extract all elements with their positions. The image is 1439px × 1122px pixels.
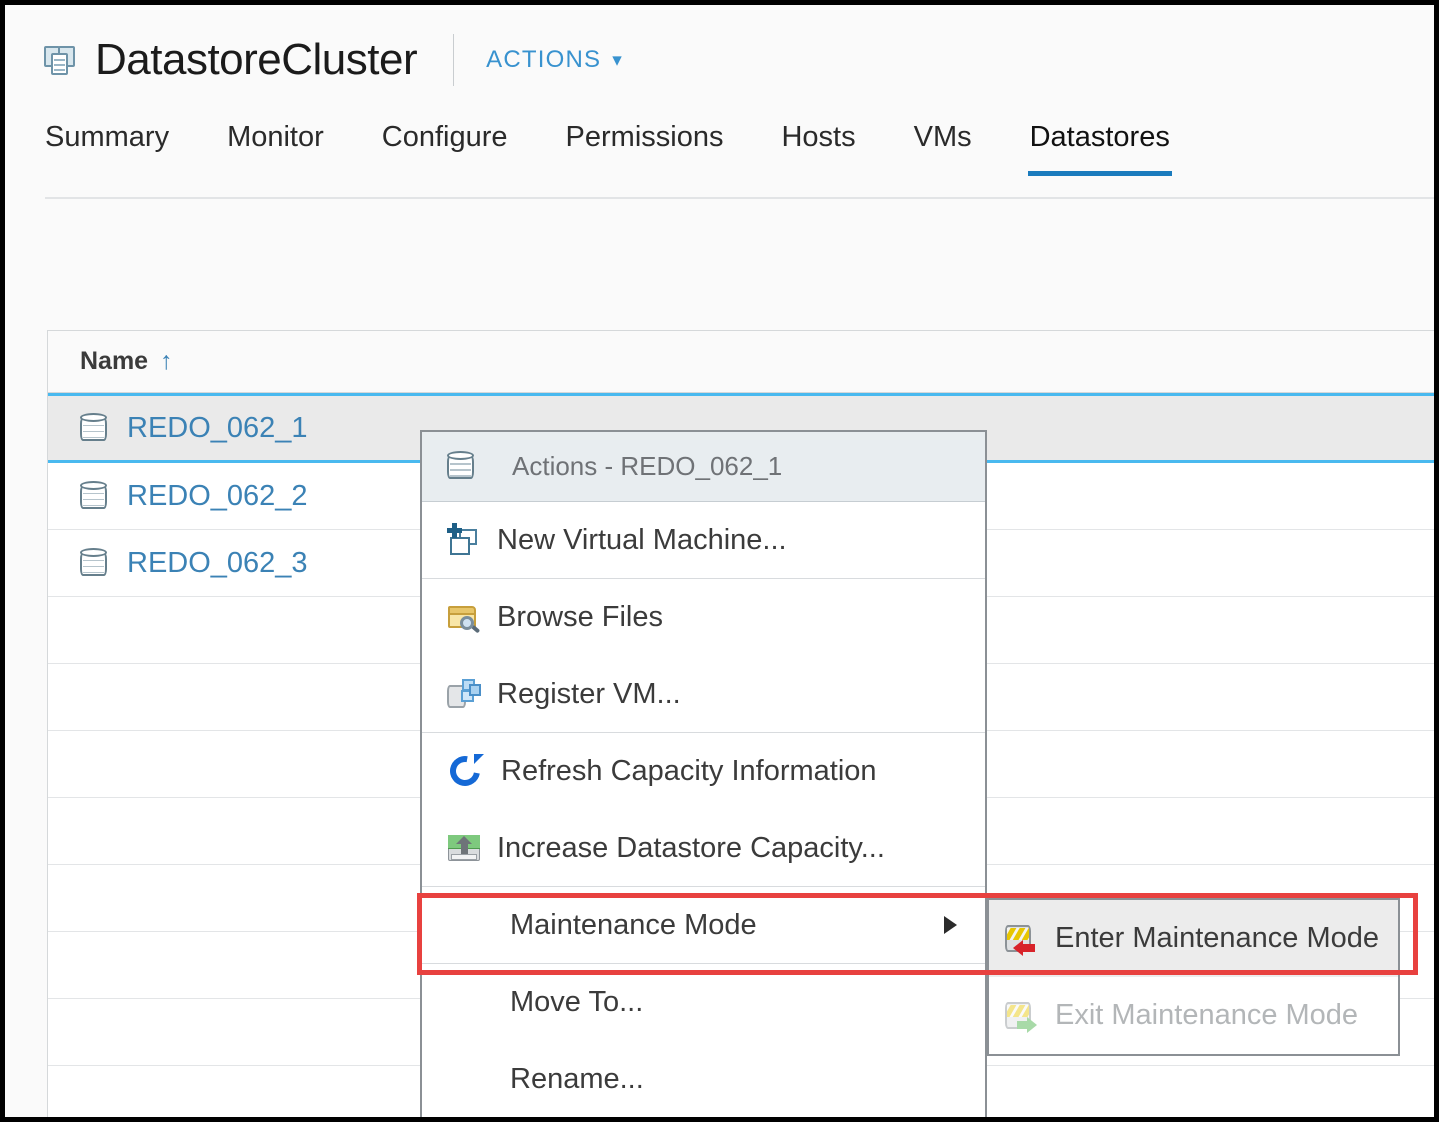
browse-files-icon — [447, 601, 481, 635]
datastore-icon — [80, 412, 107, 444]
menu-item-label: Browse Files — [497, 601, 663, 633]
page-header: DatastoreCluster ACTIONS ▾ — [5, 5, 1434, 115]
datastore-icon — [80, 547, 107, 579]
tab-datastores[interactable]: Datastores — [1027, 115, 1173, 176]
vsphere-client-window: DatastoreCluster ACTIONS ▾ Summary Monit… — [0, 0, 1439, 1122]
menu-item-refresh-capacity-information[interactable]: Refresh Capacity Information — [422, 733, 985, 810]
tab-bar: Summary Monitor Configure Permissions Ho… — [5, 115, 1434, 203]
table-header-row: Name ↑ — [48, 331, 1434, 393]
menu-item-label: Refresh Capacity Information — [501, 755, 877, 787]
datastore-cluster-icon — [43, 43, 77, 77]
menu-item-label: Rename... — [510, 1063, 644, 1095]
submenu-item-enter-maintenance-mode[interactable]: Enter Maintenance Mode — [989, 900, 1398, 977]
actions-menu-button[interactable]: ACTIONS ▾ — [486, 46, 623, 74]
menu-item-label: Register VM... — [497, 677, 681, 710]
refresh-icon — [444, 749, 486, 792]
maintenance-mode-submenu: Enter Maintenance Mode Exit Maintenance … — [987, 898, 1400, 1056]
menu-item-move-to[interactable]: Move To... — [422, 964, 985, 1041]
menu-item-new-virtual-machine[interactable]: New Virtual Machine... — [422, 502, 985, 579]
enter-maintenance-mode-icon — [1005, 923, 1039, 956]
menu-item-maintenance-mode[interactable]: Maintenance Mode — [422, 887, 985, 964]
tab-hosts[interactable]: Hosts — [781, 115, 855, 176]
increase-capacity-icon — [447, 831, 481, 865]
menu-item-browse-files[interactable]: Browse Files — [422, 579, 985, 656]
context-menu-title: Actions - REDO_062_1 — [512, 451, 783, 481]
tab-bar-underline — [45, 197, 1434, 199]
tab-vms[interactable]: VMs — [914, 115, 972, 176]
sort-ascending-icon[interactable]: ↑ — [160, 347, 173, 376]
context-menu-header: Actions - REDO_062_1 — [422, 432, 985, 502]
tab-permissions[interactable]: Permissions — [566, 115, 724, 176]
menu-item-label: New Virtual Machine... — [497, 523, 787, 556]
actions-label: ACTIONS — [486, 46, 602, 73]
submenu-item-label: Exit Maintenance Mode — [1055, 999, 1359, 1031]
menu-item-register-vm[interactable]: Register VM... — [422, 656, 985, 733]
submenu-arrow-icon — [944, 916, 957, 934]
menu-item-label: Move To... — [510, 986, 644, 1018]
tab-monitor[interactable]: Monitor — [227, 115, 324, 176]
column-header-name[interactable]: Name — [80, 347, 148, 376]
header-divider — [453, 34, 455, 86]
context-menu: Actions - REDO_062_1 New Virtual Machine… — [420, 430, 987, 1117]
datastore-icon — [447, 451, 474, 482]
exit-maintenance-mode-icon — [1005, 1000, 1039, 1033]
menu-item-rename[interactable]: Rename... — [422, 1041, 985, 1117]
datastore-name[interactable]: REDO_062_3 — [127, 547, 308, 580]
tab-configure[interactable]: Configure — [382, 115, 508, 176]
page-title: DatastoreCluster — [95, 35, 418, 84]
new-virtual-machine-icon — [447, 523, 481, 557]
menu-item-increase-datastore-capacity[interactable]: Increase Datastore Capacity... — [422, 810, 985, 887]
submenu-item-label: Enter Maintenance Mode — [1055, 922, 1380, 954]
chevron-down-icon: ▾ — [612, 49, 623, 71]
submenu-item-exit-maintenance-mode: Exit Maintenance Mode — [989, 977, 1398, 1054]
datastore-name[interactable]: REDO_062_1 — [127, 412, 308, 445]
register-vm-icon — [447, 677, 481, 711]
datastore-icon — [80, 480, 107, 512]
menu-item-label: Maintenance Mode — [510, 908, 757, 941]
tab-summary[interactable]: Summary — [45, 115, 169, 176]
menu-item-label: Increase Datastore Capacity... — [497, 831, 885, 864]
datastore-name[interactable]: REDO_062_2 — [127, 480, 308, 513]
